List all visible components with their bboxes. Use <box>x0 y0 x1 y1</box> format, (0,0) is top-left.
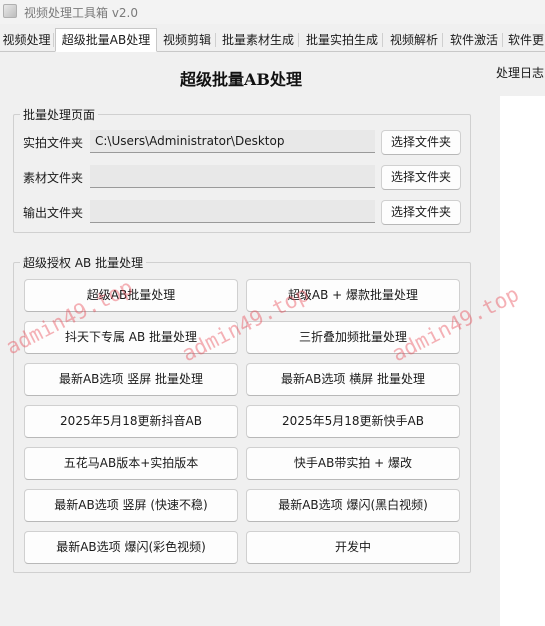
log-output[interactable] <box>500 96 545 626</box>
select-output-folder-button[interactable]: 选择文件夹 <box>381 200 461 225</box>
doutianxia-ab-batch-button[interactable]: 抖天下专属 AB 批量处理 <box>24 321 238 354</box>
tab-batch-live-shot[interactable]: 批量实拍生成 <box>302 30 383 50</box>
kuaishou-ab-live-shot-remake-button[interactable]: 快手AB带实拍 + 爆改 <box>246 447 460 480</box>
kuaishou-ab-update-button[interactable]: 2025年5月18更新快手AB <box>246 405 460 438</box>
super-ab-viral-batch-button[interactable]: 超级AB + 爆款批量处理 <box>246 279 460 312</box>
tab-batch-material[interactable]: 批量素材生成 <box>218 30 299 50</box>
page-title: 超级批量AB处理 <box>180 70 302 89</box>
latest-ab-portrait-batch-button[interactable]: 最新AB选项 竖屏 批量处理 <box>24 363 238 396</box>
log-label: 处理日志 <box>496 66 545 80</box>
window-title: 视频处理工具箱 v2.0 <box>24 6 139 20</box>
app-icon <box>3 4 17 18</box>
triple-fold-frequency-batch-button[interactable]: 三折叠加频批量处理 <box>246 321 460 354</box>
tab-video-processing[interactable]: 视频处理 <box>0 30 54 50</box>
live-shot-folder-input[interactable]: C:\Users\Administrator\Desktop <box>90 130 375 153</box>
live-shot-folder-label: 实拍文件夹 <box>23 136 84 150</box>
in-development-button[interactable]: 开发中 <box>246 531 460 564</box>
latest-ab-flash-color-button[interactable]: 最新AB选项 爆闪(彩色视频) <box>24 531 238 564</box>
select-material-folder-button[interactable]: 选择文件夹 <box>381 165 461 190</box>
tab-software-update[interactable]: 软件更 <box>506 30 545 50</box>
batch-processing-group: 批量处理页面 实拍文件夹 C:\Users\Administrator\Desk… <box>13 106 471 233</box>
tab-video-editing[interactable]: 视频剪辑 <box>159 30 216 50</box>
select-live-shot-folder-button[interactable]: 选择文件夹 <box>381 130 461 155</box>
tab-super-batch-ab[interactable]: 超级批量AB处理 <box>55 28 157 52</box>
tab-video-parsing[interactable]: 视频解析 <box>386 30 443 50</box>
wuhuama-ab-live-shot-button[interactable]: 五花马AB版本+实拍版本 <box>24 447 238 480</box>
super-ab-batch-button[interactable]: 超级AB批量处理 <box>24 279 238 312</box>
latest-ab-portrait-fast-button[interactable]: 最新AB选项 竖屏 (快速不稳) <box>24 489 238 522</box>
tab-software-activation[interactable]: 软件激活 <box>446 30 503 50</box>
tab-bar: 视频处理 超级批量AB处理 视频剪辑 批量素材生成 批量实拍生成 视频解析 软件… <box>0 28 545 52</box>
auth-group-title: 超级授权 AB 批量处理 <box>20 254 147 271</box>
output-folder-label: 输出文件夹 <box>23 206 84 220</box>
title-bar: 视频处理工具箱 v2.0 <box>0 0 545 24</box>
material-folder-label: 素材文件夹 <box>23 171 84 185</box>
output-folder-input[interactable] <box>90 200 375 223</box>
material-folder-input[interactable] <box>90 165 375 188</box>
batch-group-title: 批量处理页面 <box>20 106 99 123</box>
super-auth-ab-group: 超级授权 AB 批量处理 超级AB批量处理 超级AB + 爆款批量处理 抖天下专… <box>13 254 471 573</box>
latest-ab-landscape-batch-button[interactable]: 最新AB选项 横屏 批量处理 <box>246 363 460 396</box>
douyin-ab-update-button[interactable]: 2025年5月18更新抖音AB <box>24 405 238 438</box>
latest-ab-flash-bw-button[interactable]: 最新AB选项 爆闪(黑白视频) <box>246 489 460 522</box>
